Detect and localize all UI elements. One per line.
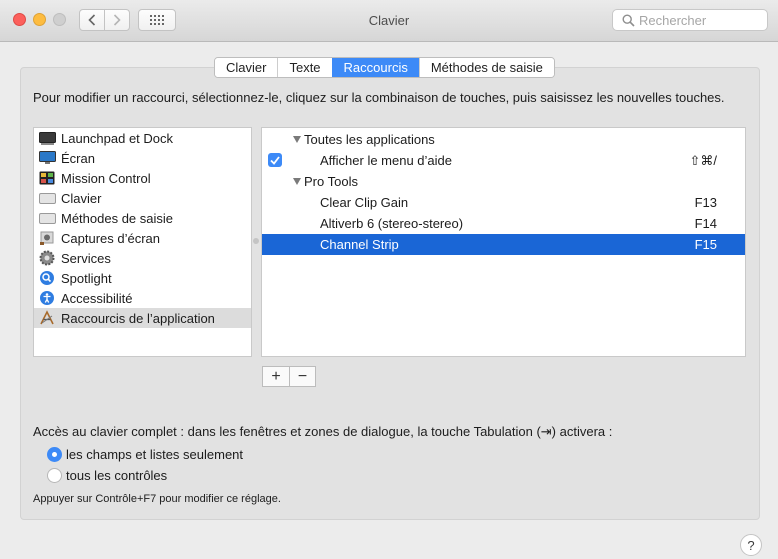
category-item-raccourcis-application[interactable]: Raccourcis de l’application	[34, 308, 251, 328]
tab-methodes-de-saisie[interactable]: Méthodes de saisie	[418, 58, 554, 77]
group-label: Pro Tools	[304, 174, 358, 189]
shortcut-key[interactable]: F13	[695, 195, 717, 210]
radio-all-controls[interactable]: tous les contrôles	[47, 468, 167, 483]
instructions-text: Pour modifier un raccourci, sélectionnez…	[33, 90, 725, 105]
add-remove-buttons: + −	[262, 366, 316, 387]
full-keyboard-access-label: Accès au clavier complet : dans les fenê…	[33, 424, 613, 439]
shortcut-list[interactable]: Toutes les applications Afficher le menu…	[261, 127, 746, 357]
shortcut-key[interactable]: F14	[695, 216, 717, 231]
radio-label: tous les contrôles	[66, 468, 168, 483]
category-item-clavier[interactable]: Clavier	[34, 188, 251, 208]
category-item-ecran[interactable]: Écran	[34, 148, 251, 168]
hint-text: Appuyer sur Contrôle+F7 pour modifier ce…	[33, 493, 281, 505]
tab-bar: Clavier Texte Raccourcis Méthodes de sai…	[214, 57, 555, 78]
shortcut-row-selected[interactable]: Channel Strip F15	[262, 234, 745, 255]
radio-text-boxes-lists[interactable]: les champs et listes seulement	[47, 447, 243, 462]
category-item-launchpad[interactable]: Launchpad et Dock	[34, 128, 251, 148]
group-row-pro-tools[interactable]: Pro Tools	[262, 171, 745, 192]
category-list[interactable]: Launchpad et Dock Écran Mission Control …	[33, 127, 252, 357]
shortcut-label: Clear Clip Gain	[320, 195, 409, 210]
category-item-mission-control[interactable]: Mission Control	[34, 168, 251, 188]
group-row-all-apps[interactable]: Toutes les applications	[262, 129, 745, 150]
category-item-methodes-de-saisie[interactable]: Méthodes de saisie	[34, 208, 251, 228]
screenshot-icon	[38, 230, 56, 246]
add-button[interactable]: +	[263, 367, 289, 386]
tab-raccourcis[interactable]: Raccourcis	[331, 58, 419, 77]
disclosure-triangle-icon[interactable]	[293, 136, 301, 143]
shortcut-label: Channel Strip	[320, 237, 399, 252]
shortcut-key[interactable]: ⇧⌘/	[689, 153, 717, 169]
category-label: Écran	[61, 150, 95, 166]
checkmark-icon	[270, 155, 280, 165]
shortcut-label: Afficher le menu d’aide	[320, 153, 453, 168]
title-bar: Clavier Rechercher	[0, 0, 778, 42]
category-label: Services	[61, 250, 111, 266]
category-item-services[interactable]: Services	[34, 248, 251, 268]
launchpad-icon	[38, 130, 56, 146]
accessibility-icon	[38, 290, 56, 306]
shortcut-label: Altiverb 6 (stereo-stereo)	[320, 216, 464, 231]
category-item-captures[interactable]: Captures d’écran	[34, 228, 251, 248]
category-label: Launchpad et Dock	[61, 130, 174, 146]
search-placeholder: Rechercher	[639, 12, 707, 28]
keyboard-icon	[38, 190, 56, 206]
split-view-handle[interactable]	[253, 238, 259, 244]
tab-clavier[interactable]: Clavier	[215, 58, 278, 77]
shortcut-key[interactable]: F15	[695, 237, 717, 252]
spotlight-icon	[38, 270, 56, 286]
mission-control-icon	[38, 170, 56, 186]
category-label: Raccourcis de l’application	[61, 310, 215, 326]
category-label: Captures d’écran	[61, 230, 160, 246]
gear-icon	[38, 250, 56, 266]
category-item-spotlight[interactable]: Spotlight	[34, 268, 251, 288]
category-label: Accessibilité	[61, 290, 133, 306]
disclosure-triangle-icon[interactable]	[293, 178, 301, 185]
category-label: Méthodes de saisie	[61, 210, 174, 226]
category-label: Mission Control	[61, 170, 151, 186]
category-item-accessibilite[interactable]: Accessibilité	[34, 288, 251, 308]
enable-checkbox[interactable]	[268, 153, 282, 167]
display-icon	[38, 150, 56, 166]
input-source-icon	[38, 210, 56, 226]
help-button[interactable]: ?	[740, 534, 762, 556]
group-label: Toutes les applications	[304, 132, 435, 147]
shortcut-row[interactable]: Clear Clip Gain F13	[262, 192, 745, 213]
radio-button[interactable]	[47, 468, 62, 483]
tab-texte[interactable]: Texte	[277, 58, 332, 77]
radio-button-selected[interactable]	[47, 447, 62, 462]
shortcut-row-help-menu[interactable]: Afficher le menu d’aide ⇧⌘/	[262, 150, 745, 171]
category-label: Clavier	[61, 190, 102, 206]
category-label: Spotlight	[61, 270, 112, 286]
search-icon	[622, 14, 635, 27]
app-shortcuts-icon	[38, 310, 56, 326]
shortcut-row[interactable]: Altiverb 6 (stereo-stereo) F14	[262, 213, 745, 234]
radio-label: les champs et listes seulement	[66, 447, 244, 462]
search-field[interactable]: Rechercher	[612, 9, 768, 31]
remove-button[interactable]: −	[289, 367, 315, 386]
